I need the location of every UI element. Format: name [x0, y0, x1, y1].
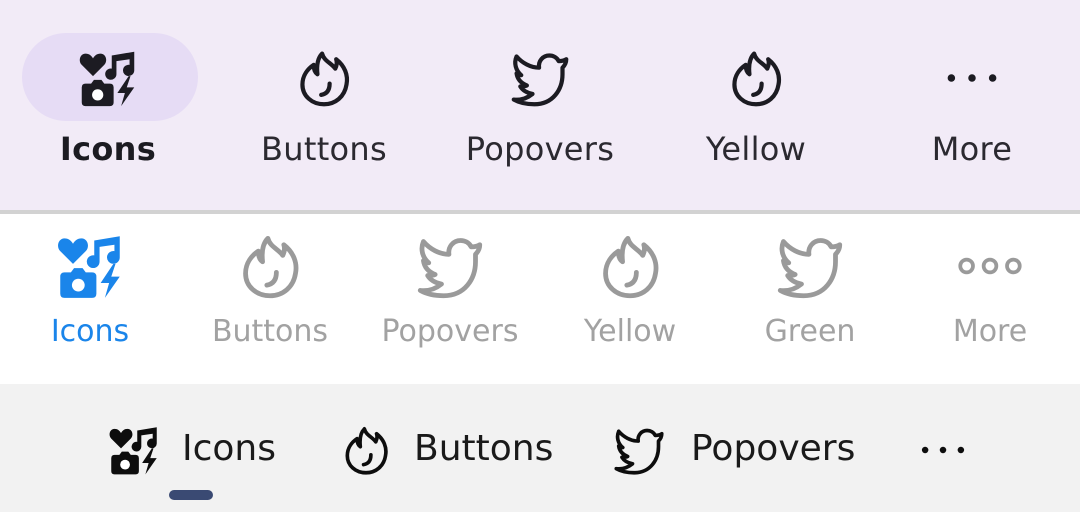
twitter-bird-icon — [613, 424, 665, 476]
tab-popovers[interactable]: Popovers — [360, 214, 540, 384]
tab-more[interactable]: More — [900, 214, 1080, 384]
tab-label: Buttons — [211, 314, 329, 349]
nav-item-popovers[interactable]: Popovers — [432, 0, 648, 210]
tab-label: Yellow — [583, 314, 677, 349]
twitter-bird-outline-icon — [416, 232, 484, 300]
tab-green[interactable]: Green — [720, 214, 900, 384]
icons-collage-icon — [78, 48, 138, 108]
icons-collage-icon — [108, 424, 160, 476]
nav-item-buttons[interactable]: Buttons — [216, 0, 432, 210]
twitter-bird-icon — [510, 48, 570, 108]
tab-more[interactable] — [905, 384, 985, 512]
nav-item-label: Yellow — [705, 130, 807, 168]
tab-icons[interactable]: Icons — [0, 214, 180, 384]
nav-item-label: Icons — [59, 130, 157, 168]
material-nav-bar: Icons Buttons Popovers Yellow More — [0, 0, 1080, 210]
fire-outline-icon — [236, 232, 304, 300]
icons-collage-icon — [56, 232, 124, 300]
more-dots-icon — [917, 424, 969, 476]
fire-icon — [294, 48, 354, 108]
nav-item-icons[interactable]: Icons — [0, 0, 216, 210]
nav-item-yellow[interactable]: Yellow — [648, 0, 864, 210]
tab-label: Icons — [182, 428, 277, 469]
tab-label: Green — [764, 314, 856, 349]
nav-item-label: Popovers — [465, 130, 615, 168]
more-dots-icon — [942, 48, 1002, 108]
active-tab-indicator — [169, 490, 213, 500]
tab-label: Popovers — [691, 428, 856, 469]
fire-outline-icon — [596, 232, 664, 300]
nav-item-label: More — [931, 130, 1013, 168]
nav-item-label: Buttons — [261, 130, 387, 168]
tab-popovers[interactable]: Popovers — [605, 384, 875, 512]
horizontal-tab-bar: Icons Buttons Popovers — [0, 384, 1080, 512]
tab-label: More — [952, 314, 1028, 349]
nav-item-more[interactable]: More — [864, 0, 1080, 210]
tab-buttons[interactable]: Buttons — [330, 384, 570, 512]
more-circles-icon — [956, 232, 1024, 300]
tab-buttons[interactable]: Buttons — [180, 214, 360, 384]
tab-label: Buttons — [414, 428, 554, 469]
fire-icon — [726, 48, 786, 108]
fire-icon — [340, 424, 392, 476]
tab-yellow[interactable]: Yellow — [540, 214, 720, 384]
ios-tab-bar: Icons Buttons Popovers Yellow Green More — [0, 214, 1080, 384]
twitter-bird-outline-icon — [776, 232, 844, 300]
tab-label: Popovers — [381, 314, 519, 349]
tab-label: Icons — [50, 314, 130, 349]
